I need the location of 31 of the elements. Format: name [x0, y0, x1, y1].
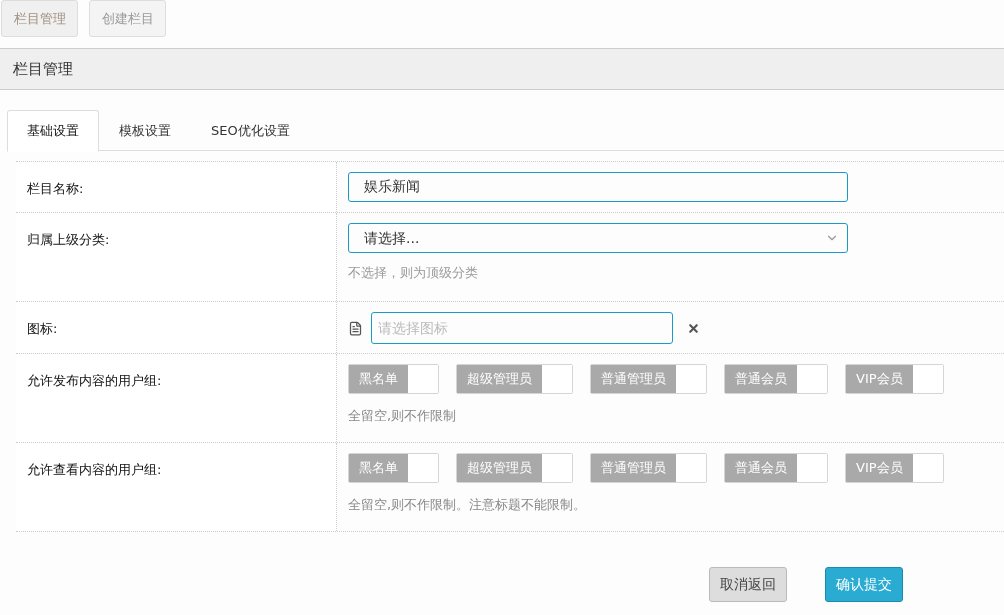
nav-button[interactable]: 创建栏目	[89, 0, 166, 37]
panel-header: 栏目管理	[0, 48, 1004, 90]
tab[interactable]: 基础设置	[7, 110, 99, 152]
group-toggle[interactable]: 普通管理员	[590, 364, 707, 394]
field-label: 允许发布内容的用户组:	[27, 373, 162, 388]
group-toggle[interactable]: 超级管理员	[456, 364, 573, 394]
group-toggle[interactable]: 普通管理员	[590, 453, 707, 483]
tab[interactable]: 模板设置	[99, 110, 191, 152]
tab[interactable]: SEO优化设置	[191, 110, 310, 152]
field-label: 归属上级分类:	[27, 232, 110, 247]
nav-button[interactable]: 栏目管理	[1, 0, 78, 37]
file-icon	[348, 320, 363, 336]
cancel-button[interactable]: 取消返回	[709, 567, 787, 602]
group-toggle[interactable]: 黑名单	[348, 453, 439, 483]
group-toggle[interactable]: VIP会员	[845, 364, 944, 394]
group-toggle[interactable]: 超级管理员	[456, 453, 573, 483]
help-text: 不选择，则为顶级分类	[348, 264, 479, 282]
field-label: 栏目名称:	[27, 181, 84, 196]
field-label: 允许查看内容的用户组:	[27, 462, 162, 477]
field-label: 图标:	[27, 321, 58, 336]
group-toggle[interactable]: 普通会员	[724, 453, 828, 483]
name-field[interactable]: 娱乐新闻	[348, 172, 848, 202]
parent-select[interactable]: 请选择...	[348, 223, 848, 253]
icon-field[interactable]: 请选择图标	[371, 312, 673, 344]
help-text: 全留空,则不作限制	[348, 407, 458, 425]
group-toggle[interactable]: 普通会员	[724, 364, 828, 394]
group-toggle[interactable]: VIP会员	[845, 453, 944, 483]
group-toggle[interactable]: 黑名单	[348, 364, 439, 394]
clear-icon[interactable]	[687, 321, 700, 335]
submit-button[interactable]: 确认提交	[825, 567, 903, 602]
help-text: 全留空,则不作限制。注意标题不能限制。	[348, 496, 588, 514]
